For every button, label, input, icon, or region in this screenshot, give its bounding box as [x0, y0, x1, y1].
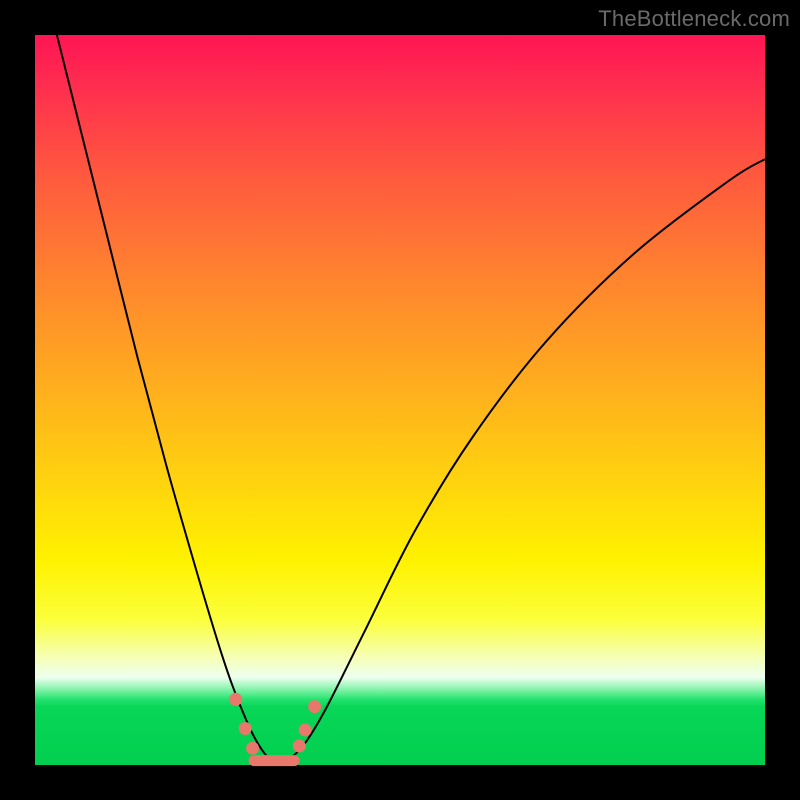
watermark-text: TheBottleneck.com	[598, 6, 790, 32]
valley-markers	[229, 693, 321, 761]
chart-svg	[35, 35, 765, 765]
bottleneck-curve	[57, 35, 765, 761]
chart-frame: TheBottleneck.com	[0, 0, 800, 800]
